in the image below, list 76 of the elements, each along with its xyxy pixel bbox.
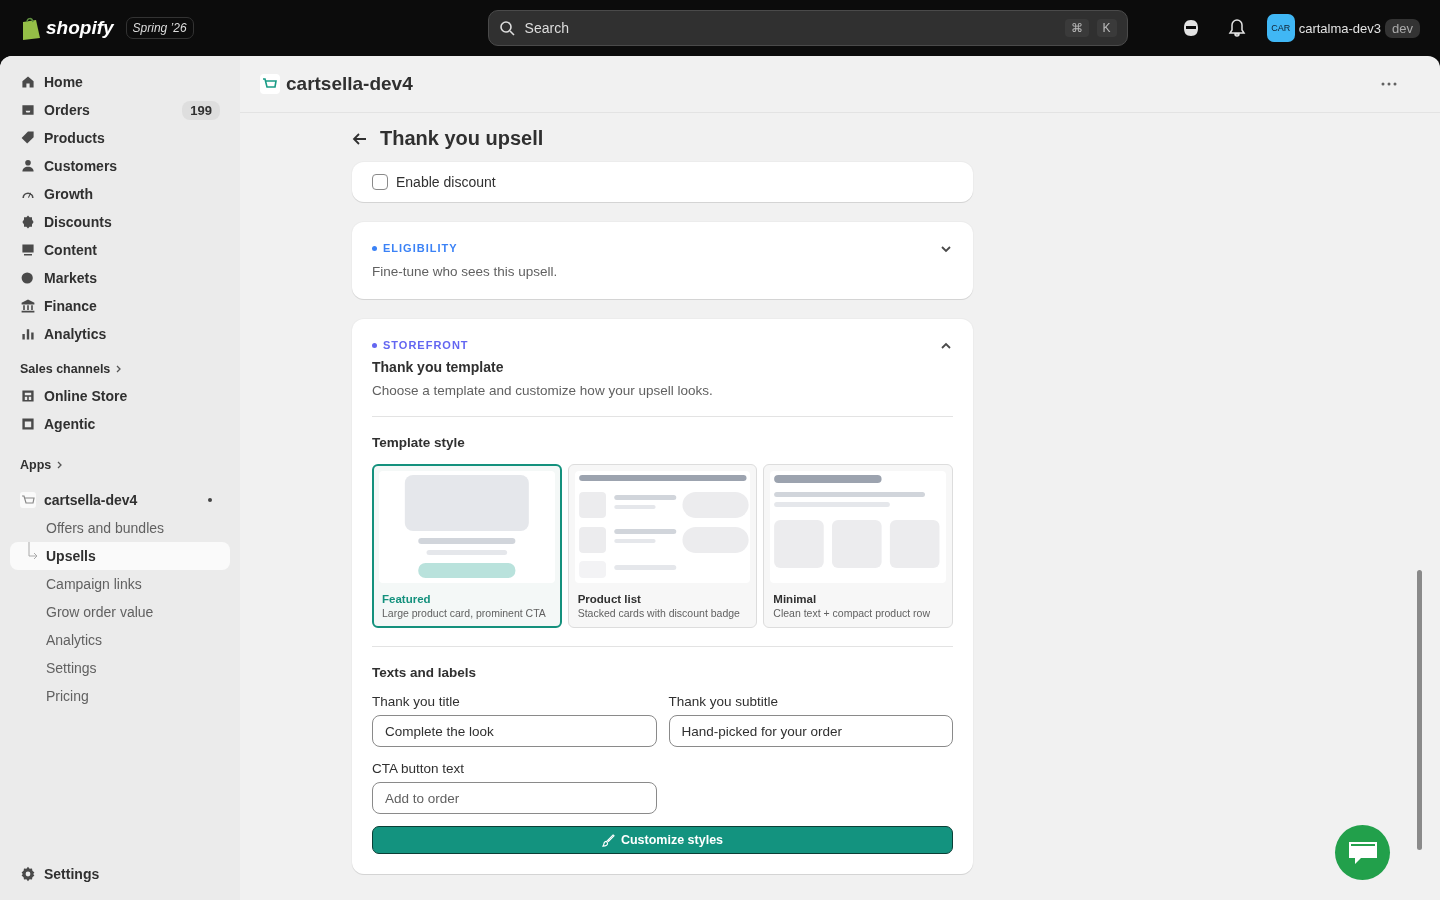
- text-input[interactable]: Hand-picked for your order: [668, 715, 953, 747]
- nav-icon: [20, 242, 36, 258]
- sidebar-subitem[interactable]: Upsells: [10, 542, 230, 570]
- nav-icon: [20, 158, 36, 174]
- nav-icon: [20, 74, 36, 90]
- template-option[interactable]: Featured Large product card, prominent CTA: [372, 464, 562, 628]
- field-label: CTA button text: [372, 761, 466, 776]
- text-input[interactable]: Complete the look: [372, 715, 657, 747]
- sidebar-subitem[interactable]: Settings: [10, 654, 230, 682]
- brand-name: shopify: [46, 17, 114, 39]
- sidebar-subitem[interactable]: Offers and bundles: [10, 514, 230, 542]
- paintbrush-icon: [601, 833, 615, 847]
- subsection-heading: Template style: [372, 435, 466, 450]
- field-label: Thank you subtitle: [668, 694, 780, 709]
- section-heading[interactable]: Sales channels: [20, 362, 111, 376]
- channel-icon: [20, 388, 36, 404]
- store-name[interactable]: cartalma-dev3: [1298, 20, 1382, 36]
- app-title: cartsella-dev4: [286, 73, 413, 95]
- template-option[interactable]: Minimal Clean text + compact product row: [763, 464, 953, 628]
- sidebar-subitem[interactable]: Pricing: [10, 682, 230, 710]
- sidebar-item[interactable]: Settings: [10, 860, 230, 888]
- notification-bell-icon[interactable]: [1226, 18, 1247, 38]
- search-bar[interactable]: Search ⌘ K: [487, 10, 1128, 46]
- sidebar-item[interactable]: Discounts: [10, 208, 230, 236]
- page-title: Thank you upsell: [380, 127, 544, 150]
- section-description: Fine-tune who sees this upsell.: [372, 264, 559, 279]
- cart-logo-icon: [260, 74, 280, 94]
- sidebar-item[interactable]: Finance: [10, 292, 230, 320]
- text-input[interactable]: Add to order: [372, 782, 657, 814]
- count-badge: 199: [182, 100, 220, 120]
- store-avatar[interactable]: CAR: [1266, 14, 1295, 42]
- checkbox-label[interactable]: Enable discount: [396, 174, 496, 190]
- sidebar-subitem[interactable]: Analytics: [10, 626, 230, 654]
- section-description: Choose a template and customize how your upsell looks.: [372, 383, 714, 398]
- cart-logo-icon: [20, 492, 36, 508]
- sidebar-subitem[interactable]: Grow order value: [10, 598, 230, 626]
- scrollbar[interactable]: [1417, 570, 1422, 850]
- chat-button[interactable]: [1335, 825, 1390, 880]
- shopping-bag-logo-icon: [20, 16, 42, 40]
- back-arrow-icon[interactable]: [352, 130, 368, 147]
- nav-icon: [20, 214, 36, 230]
- customize-styles-button[interactable]: Customize styles: [372, 826, 953, 854]
- sidebar-item[interactable]: Home: [10, 68, 230, 96]
- sidebar-item[interactable]: Customers: [10, 152, 230, 180]
- sidebar-item[interactable]: Online Store: [10, 382, 230, 410]
- shortcut-key: K: [1096, 19, 1117, 37]
- nav-icon: [20, 298, 36, 314]
- section-heading[interactable]: Apps: [20, 458, 52, 472]
- sidebar-item[interactable]: Analytics: [10, 320, 230, 348]
- field-label: Thank you title: [372, 694, 461, 709]
- environment-badge: dev: [1385, 18, 1420, 38]
- section-title: Thank you template: [372, 359, 505, 375]
- section-eyebrow: STOREFRONT: [383, 339, 469, 351]
- shortcut-key: ⌘: [1064, 19, 1089, 37]
- nav-icon: [20, 326, 36, 342]
- checkbox[interactable]: [372, 174, 388, 190]
- nav-icon: [20, 270, 36, 286]
- channel-icon: [20, 416, 36, 432]
- tree-connector-icon: [28, 542, 38, 562]
- app-item[interactable]: cartsella-dev4: [10, 486, 230, 514]
- sidebar-item[interactable]: Markets: [10, 264, 230, 292]
- sidebar-item[interactable]: Orders 199: [10, 96, 230, 124]
- sidebar-item[interactable]: Agentic: [10, 410, 230, 438]
- sidebar-item[interactable]: Growth: [10, 180, 230, 208]
- settings-icon: [20, 866, 36, 882]
- subsection-heading: Texts and labels: [372, 665, 478, 680]
- nav-icon: [20, 130, 36, 146]
- sidebar-item[interactable]: Products: [10, 124, 230, 152]
- sidebar-subitem[interactable]: Campaign links: [10, 570, 230, 598]
- sidebar-item[interactable]: Content: [10, 236, 230, 264]
- nav-icon: [20, 102, 36, 118]
- template-option[interactable]: Product list Stacked cards with discount badge: [567, 464, 758, 628]
- edition-badge: Spring ’26: [125, 17, 194, 39]
- search-field[interactable]: Search: [522, 19, 1057, 37]
- section-eyebrow: ELIGIBILITY: [383, 242, 458, 254]
- search-icon: [498, 20, 515, 36]
